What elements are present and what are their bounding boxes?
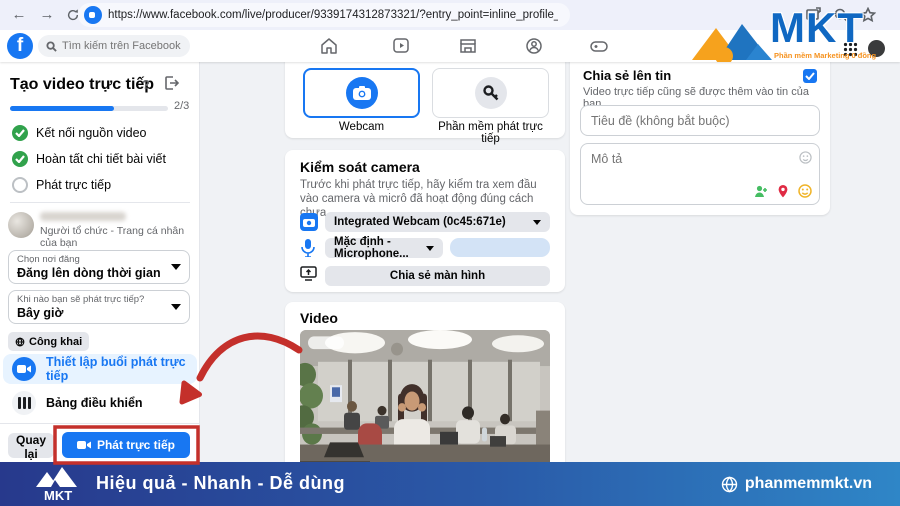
mkt-footer-logo-icon: MKT bbox=[34, 465, 82, 503]
tag-people-icon[interactable] bbox=[754, 184, 768, 198]
camera-control-card: Kiểm soát camera Trước khi phát trực tiế… bbox=[285, 150, 565, 292]
live-video-icon bbox=[12, 357, 36, 381]
feeling-icon[interactable] bbox=[798, 184, 812, 198]
live-video-icon bbox=[77, 440, 91, 450]
stream-description-input[interactable] bbox=[583, 146, 783, 186]
circle-icon bbox=[12, 177, 28, 193]
stream-description-box bbox=[580, 143, 820, 205]
step-post-details: Hoàn tất chi tiết bài viết bbox=[12, 150, 166, 168]
share-to-story-checkbox[interactable] bbox=[803, 69, 817, 83]
back-button[interactable]: Quay lại bbox=[8, 433, 54, 458]
address-bar[interactable] bbox=[78, 3, 570, 27]
microphone-select[interactable]: Mặc định - Microphone... bbox=[325, 238, 443, 258]
groups-tab-icon[interactable] bbox=[523, 36, 545, 56]
globe-icon bbox=[721, 476, 738, 493]
camera-select[interactable]: Integrated Webcam (0c45:671e) bbox=[325, 212, 550, 232]
go-live-button[interactable]: Phát trực tiếp bbox=[62, 432, 190, 458]
facebook-logo[interactable]: f bbox=[7, 33, 33, 59]
globe-icon bbox=[15, 337, 25, 347]
search-input[interactable] bbox=[62, 40, 182, 52]
source-select-card: Webcam Phần mềm phát trực tiếp bbox=[285, 62, 565, 138]
browser-bar: ← → bbox=[0, 0, 900, 30]
watch-tab-icon[interactable] bbox=[390, 36, 412, 56]
mic-level-meter bbox=[450, 238, 550, 257]
profile-avatar-icon[interactable] bbox=[868, 40, 885, 57]
avatar bbox=[8, 212, 34, 238]
site-favicon bbox=[84, 6, 102, 24]
facebook-search[interactable] bbox=[38, 35, 190, 57]
emoji-icon[interactable] bbox=[799, 151, 812, 164]
video-card: Video bbox=[285, 302, 565, 462]
gaming-tab-icon[interactable] bbox=[588, 36, 610, 56]
progress-label: 2/3 bbox=[174, 100, 189, 112]
zoom-icon[interactable] bbox=[833, 7, 849, 23]
step-connect-source: Kết nối nguồn video bbox=[12, 124, 147, 142]
dashboard-columns-icon bbox=[12, 391, 36, 415]
chevron-down-icon bbox=[533, 220, 541, 225]
divider bbox=[10, 202, 190, 203]
check-icon bbox=[12, 151, 28, 167]
webcam-label: Webcam bbox=[303, 121, 420, 133]
screen-share-icon bbox=[300, 266, 318, 284]
camera-icon bbox=[346, 77, 378, 109]
stream-key-icon bbox=[475, 77, 507, 109]
location-pin-icon[interactable] bbox=[776, 184, 790, 198]
chevron-down-icon bbox=[171, 304, 181, 310]
sidebar-footer: Quay lại Phát trực tiếp bbox=[0, 423, 199, 462]
page-title: Tạo video trực tiếp bbox=[10, 76, 154, 94]
footer-slogan: Hiệu quả - Nhanh - Dễ dùng bbox=[96, 473, 345, 494]
sidebar-item-stream-setup[interactable]: Thiết lập buổi phát trực tiếp bbox=[3, 354, 197, 384]
stream-title-input[interactable] bbox=[580, 105, 820, 136]
progress-bar bbox=[10, 106, 168, 111]
privacy-badge[interactable]: Công khai bbox=[8, 332, 89, 351]
svg-text:MKT: MKT bbox=[44, 488, 72, 503]
facebook-header: f bbox=[0, 30, 900, 62]
sidebar-item-dashboard[interactable]: Bảng điều khiển bbox=[3, 388, 197, 418]
home-tab-icon[interactable] bbox=[318, 36, 340, 56]
check-icon bbox=[12, 125, 28, 141]
camera-icon bbox=[300, 213, 318, 231]
search-icon bbox=[46, 41, 57, 52]
post-destination-select[interactable]: Chọn nơi đăng Đăng lên dòng thời gian bbox=[8, 250, 190, 284]
video-preview bbox=[300, 330, 550, 462]
camera-control-title: Kiểm soát camera bbox=[300, 159, 420, 175]
chevron-down-icon bbox=[426, 246, 434, 251]
sidebar: Tạo video trực tiếp ? 2/3 Kết nối nguồn … bbox=[0, 62, 200, 462]
bookmark-star-icon[interactable] bbox=[860, 7, 876, 23]
share-to-story-title: Chia sẻ lên tin bbox=[583, 68, 671, 83]
exit-icon[interactable] bbox=[163, 75, 179, 91]
check-icon bbox=[805, 72, 815, 80]
browser-forward-icon[interactable]: → bbox=[36, 4, 58, 26]
step-go-live: Phát trực tiếp bbox=[12, 176, 111, 194]
video-section-title: Video bbox=[300, 310, 338, 326]
chevron-down-icon bbox=[171, 264, 181, 270]
install-app-icon[interactable] bbox=[805, 7, 821, 23]
footer-website: phanmemmkt.vn bbox=[721, 475, 872, 493]
webcam-office-scene bbox=[300, 330, 550, 462]
software-label: Phần mềm phát trực tiếp bbox=[432, 121, 549, 145]
marketplace-tab-icon[interactable] bbox=[457, 36, 479, 56]
browser-back-icon[interactable]: ← bbox=[8, 4, 30, 26]
microphone-icon bbox=[300, 239, 318, 257]
profile-name-redacted bbox=[40, 212, 126, 221]
page: ← → f bbox=[0, 0, 900, 506]
fb-menu-grid-icon[interactable] bbox=[843, 42, 858, 62]
screen-share-button[interactable]: Chia sẻ màn hình bbox=[325, 266, 550, 286]
share-to-story-card: Chia sẻ lên tin Video trực tiếp cũng sẽ … bbox=[570, 62, 830, 215]
mkt-footer-bar: MKT Hiệu quả - Nhanh - Dễ dùng phanmemmk… bbox=[0, 462, 900, 506]
profile-subtitle: Người tổ chức - Trang cá nhân của bạn bbox=[40, 225, 195, 249]
main-content: Tạo video trực tiếp ? 2/3 Kết nối nguồn … bbox=[0, 62, 900, 462]
help-icon[interactable]: ? bbox=[142, 77, 150, 92]
webcam-source-tile[interactable] bbox=[303, 68, 420, 118]
streaming-software-tile[interactable] bbox=[432, 68, 549, 118]
url-input[interactable] bbox=[108, 9, 558, 21]
schedule-select[interactable]: Khi nào bạn sẽ phát trực tiếp? Bây giờ bbox=[8, 290, 190, 324]
